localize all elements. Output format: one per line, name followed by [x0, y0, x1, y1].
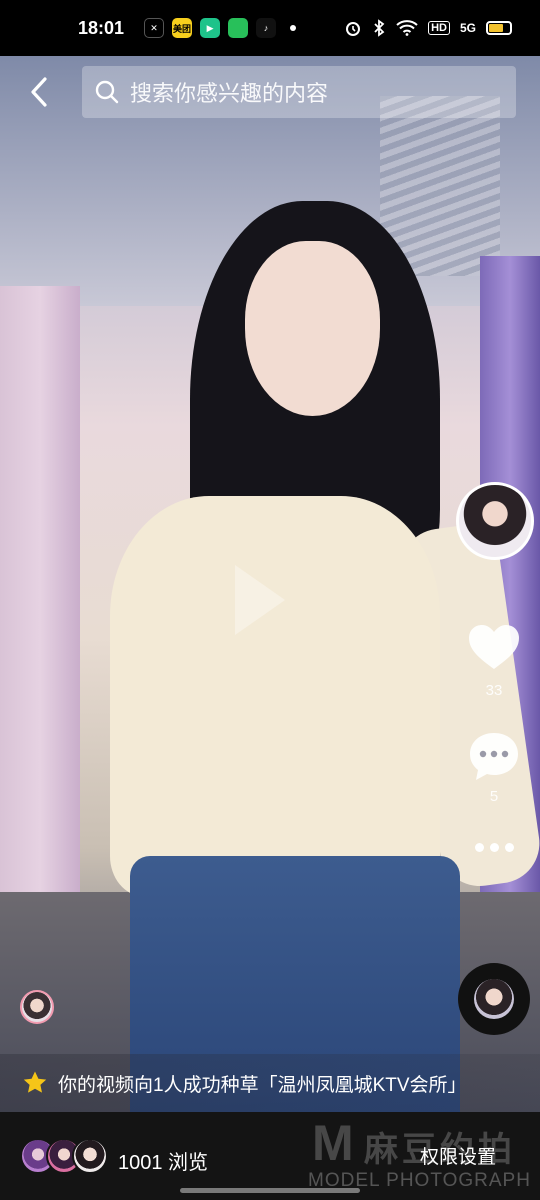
video-scene-curtain-left [0, 286, 80, 986]
search-placeholder: 搜索你感兴趣的内容 [130, 81, 329, 106]
more-dot-icon [504, 842, 514, 852]
video-subject-top [110, 496, 440, 896]
tiktok-icon: ♪ [256, 18, 277, 38]
search-bar[interactable]: 搜索你感兴趣的内容 [82, 66, 516, 118]
author-avatar[interactable] [456, 482, 534, 560]
video-app-icon: ▶ [200, 18, 221, 38]
comment-button[interactable] [466, 728, 522, 784]
bottom-bar: 1001 浏览 M 麻豆约拍 MODEL PHOTOGRAPH 权限设置 [0, 1112, 540, 1200]
more-dot-icon [474, 842, 484, 852]
network-type: 5G [459, 21, 476, 35]
bluetooth-icon [374, 19, 385, 37]
play-icon [235, 565, 285, 635]
promotion-notice[interactable]: 你的视频向1人成功种草「温州凤凰城KTV会所」 [0, 1054, 540, 1112]
alarm-icon [346, 22, 361, 36]
more-dot-icon [489, 842, 499, 852]
permission-settings-button[interactable]: 权限设置 [420, 1142, 496, 1169]
watermark-logo: M [312, 1115, 354, 1171]
star-icon [23, 1071, 47, 1093]
status-indicators: HD 5G [344, 19, 512, 37]
like-count: 33 [485, 682, 503, 699]
more-options-button[interactable] [466, 830, 522, 864]
chat-app-icon [228, 18, 249, 38]
view-count[interactable]: 1001 浏览 [118, 1146, 208, 1175]
music-disc[interactable] [458, 963, 530, 1035]
notification-dot [290, 25, 297, 31]
wifi-icon [396, 20, 418, 36]
capcut-icon: ✕ [144, 18, 165, 38]
meituan-icon: 美团 [172, 18, 193, 38]
search-icon [95, 80, 119, 104]
heart-icon [469, 625, 519, 669]
viewer-avatars[interactable] [20, 1138, 108, 1174]
small-profile-avatar[interactable] [20, 990, 54, 1024]
home-indicator[interactable] [180, 1188, 360, 1193]
status-bar: 18:01 ✕ 美团 ▶ ♪ HD 5G [0, 0, 540, 56]
hd-badge: HD [428, 21, 450, 35]
viewer-avatar [72, 1138, 108, 1174]
like-button[interactable] [466, 620, 522, 676]
status-app-icons: ✕ 美团 ▶ ♪ [144, 18, 277, 38]
back-button[interactable] [22, 72, 56, 112]
comment-icon [470, 733, 518, 780]
comment-count: 5 [489, 788, 499, 805]
chevron-left-icon [31, 77, 47, 107]
notice-text: 你的视频向1人成功种草「温州凤凰城KTV会所」 [58, 1074, 467, 1096]
status-time: 18:01 [78, 17, 125, 38]
music-disc-cover [474, 979, 514, 1019]
battery-icon [486, 21, 512, 35]
video-subject-face [245, 241, 380, 416]
